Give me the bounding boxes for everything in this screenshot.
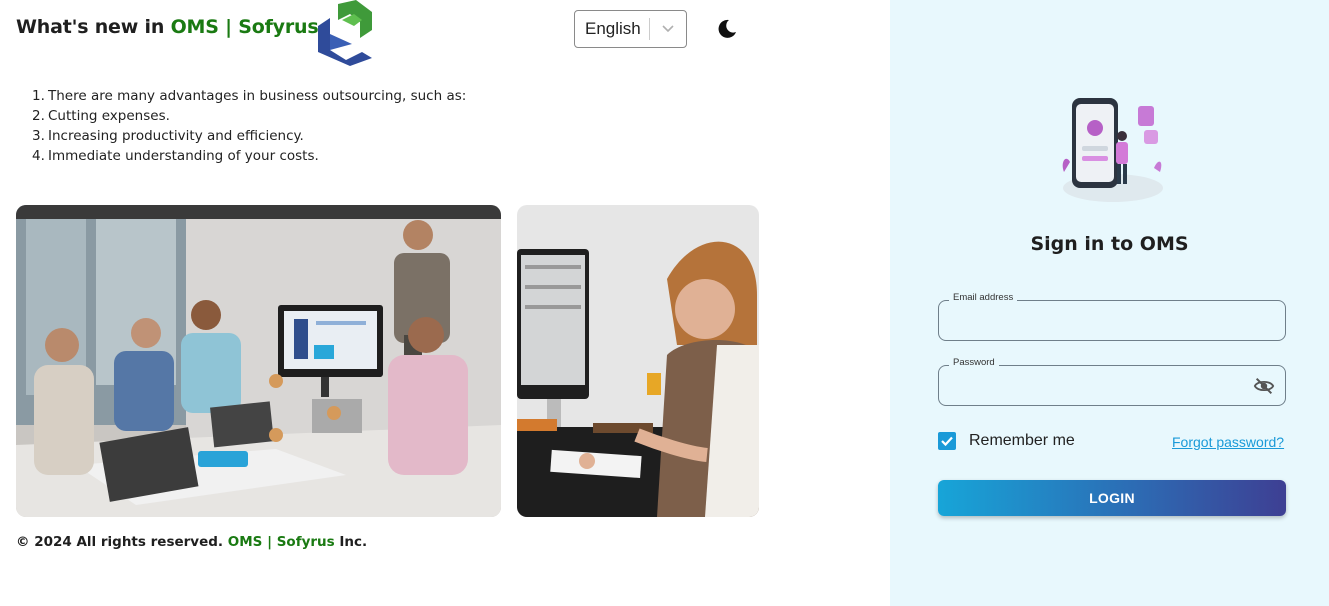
checkmark-icon	[941, 436, 953, 447]
woman-writing-photo	[517, 205, 759, 517]
email-field[interactable]: Email address	[938, 292, 1286, 341]
remember-me-label: Remember me	[969, 432, 1075, 449]
page-headline: What's new in OMS | Sofyrus	[16, 16, 319, 38]
login-illustration	[1062, 98, 1163, 202]
language-select-value: English	[585, 19, 641, 38]
office-meeting-photo	[16, 205, 501, 517]
eye-off-icon[interactable]	[1253, 375, 1275, 397]
email-input[interactable]	[939, 301, 1285, 340]
language-select[interactable]: English	[574, 10, 687, 48]
copyright-footer: © 2024 All rights reserved. OMS | Sofyru…	[16, 534, 368, 550]
advantages-list: 1. There are many advantages in business …	[32, 86, 467, 166]
list-item: 3. Increasing productivity and efficiency…	[32, 128, 304, 144]
login-button[interactable]: LOGIN	[938, 480, 1286, 516]
signin-title: Sign in to OMS	[1030, 233, 1189, 255]
footer-brand: OMS | Sofyrus	[227, 534, 335, 550]
list-item: 2. Cutting expenses.	[32, 108, 170, 124]
headline-prefix: What's new in	[16, 16, 171, 38]
list-item: 1. There are many advantages in business …	[32, 88, 467, 104]
headline-brand: OMS | Sofyrus	[170, 16, 319, 38]
remember-me-checkbox[interactable]	[938, 432, 956, 450]
password-input[interactable]	[939, 366, 1285, 405]
left-panel: What's new in OMS | Sofyrus English 1. Th…	[0, 0, 890, 606]
chevron-down-icon[interactable]	[650, 11, 686, 47]
company-logo	[318, 0, 372, 66]
remember-me[interactable]: Remember me	[938, 432, 1075, 450]
list-item: 4. Immediate understanding of your costs.	[32, 148, 319, 164]
moon-icon[interactable]	[716, 18, 738, 40]
password-field[interactable]: Password	[938, 357, 1286, 406]
forgot-password-link[interactable]: Forgot password?	[1172, 434, 1284, 450]
